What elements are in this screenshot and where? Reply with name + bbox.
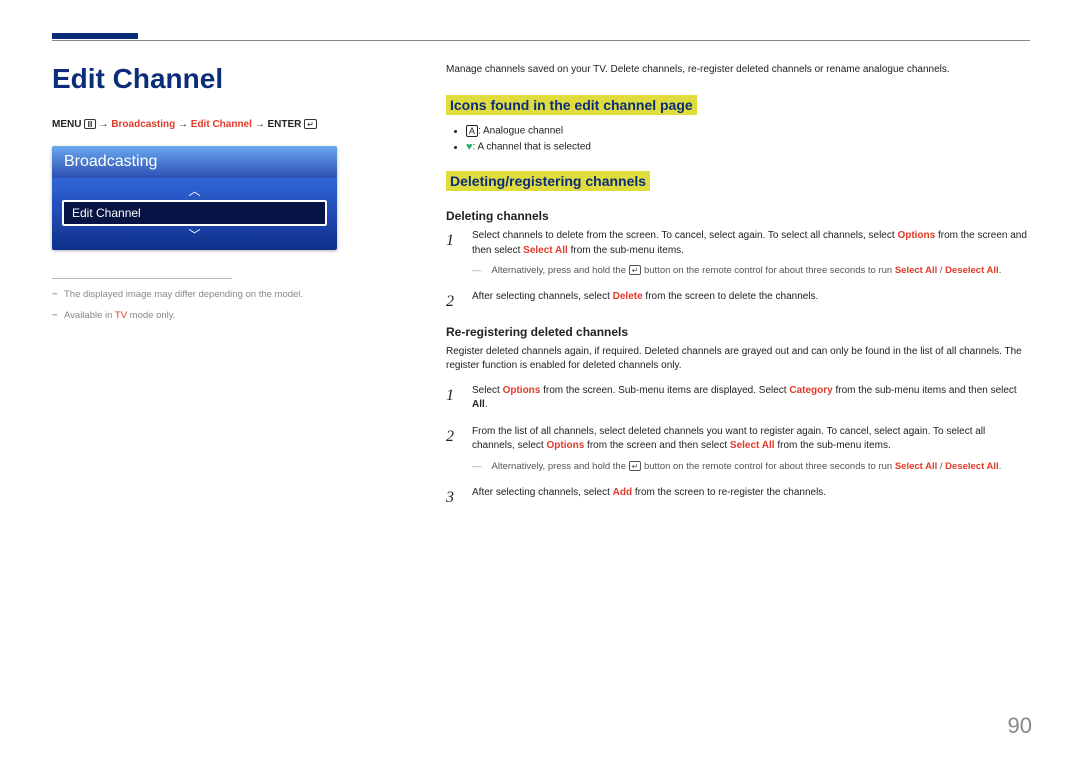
intro-text: Manage channels saved on your TV. Delete…: [446, 63, 1030, 77]
footnote: Available in TV mode only.: [52, 310, 392, 321]
icon-list: A: Analogue channel ♥: A channel that is…: [466, 125, 1030, 153]
breadcrumb-arrow: →: [255, 119, 265, 130]
tv-menu-widget: Broadcasting ︿ Edit Channel ﹀: [52, 146, 337, 250]
top-rule: [52, 40, 1030, 41]
list-item: ♥: A channel that is selected: [466, 141, 1030, 153]
step: 2 After selecting channels, select Delet…: [446, 290, 1030, 313]
step-body: After selecting channels, select Add fro…: [472, 486, 1030, 509]
chevron-up-icon[interactable]: ︿: [62, 184, 327, 198]
tv-menu-header: Broadcasting: [52, 146, 337, 178]
page-number: 90: [1008, 713, 1032, 739]
step-body: From the list of all channels, select de…: [472, 425, 1030, 474]
divider: [52, 278, 232, 279]
step-body: Select channels to delete from the scree…: [472, 229, 1030, 278]
list-item: A: Analogue channel: [466, 125, 1030, 137]
subheading-rereg: Re-registering deleted channels: [446, 325, 1030, 339]
breadcrumb-menu: MENU: [52, 119, 81, 130]
breadcrumb-enter: ENTER: [267, 119, 301, 130]
sub-note: Alternatively, press and hold the ↵ butt…: [472, 460, 1030, 474]
step-number: 3: [446, 486, 458, 509]
step-number: 1: [446, 384, 458, 413]
footnote-text: Available in: [64, 310, 115, 321]
icon-desc: : A channel that is selected: [473, 142, 591, 153]
enter-icon: ↵: [304, 119, 317, 129]
subheading-deleting: Deleting channels: [446, 209, 1030, 223]
page-title: Edit Channel: [52, 63, 392, 95]
icon-desc: : Analogue channel: [478, 126, 563, 137]
footnote-highlight: TV: [115, 310, 127, 321]
step-number: 2: [446, 290, 458, 313]
breadcrumb-arrow: →: [99, 119, 109, 130]
step-number: 1: [446, 229, 458, 278]
step: 2 From the list of all channels, select …: [446, 425, 1030, 474]
step: 1 Select Options from the screen. Sub-me…: [446, 384, 1030, 413]
step-body: Select Options from the screen. Sub-menu…: [472, 384, 1030, 413]
rereg-intro: Register deleted channels again, if requ…: [446, 345, 1030, 374]
footnote: The displayed image may differ depending…: [52, 289, 392, 300]
footnote-text: The displayed image may differ depending…: [64, 289, 303, 300]
remote-e-icon: ↵: [629, 265, 642, 275]
chevron-down-icon[interactable]: ﹀: [62, 228, 327, 242]
sub-note: Alternatively, press and hold the ↵ butt…: [472, 264, 1030, 278]
breadcrumb: MENU Ⅲ → Broadcasting → Edit Channel → E…: [52, 119, 392, 130]
step-number: 2: [446, 425, 458, 474]
step: 3 After selecting channels, select Add f…: [446, 486, 1030, 509]
left-column: Edit Channel MENU Ⅲ → Broadcasting → Edi…: [52, 63, 392, 521]
analogue-icon: A: [466, 125, 478, 137]
breadcrumb-broadcasting: Broadcasting: [111, 119, 175, 130]
step-body: After selecting channels, select Delete …: [472, 290, 1030, 313]
tv-menu-selected-item[interactable]: Edit Channel: [62, 200, 327, 226]
footnote-text: mode only.: [127, 310, 175, 321]
breadcrumb-arrow: →: [178, 119, 188, 130]
right-column: Manage channels saved on your TV. Delete…: [446, 63, 1030, 521]
section-heading-delreg: Deleting/registering channels: [446, 171, 650, 191]
remote-e-icon: ↵: [629, 461, 642, 471]
menu-icon: Ⅲ: [84, 119, 96, 129]
section-heading-icons: Icons found in the edit channel page: [446, 95, 697, 115]
breadcrumb-edit-channel: Edit Channel: [191, 119, 252, 130]
step: 1 Select channels to delete from the scr…: [446, 229, 1030, 278]
